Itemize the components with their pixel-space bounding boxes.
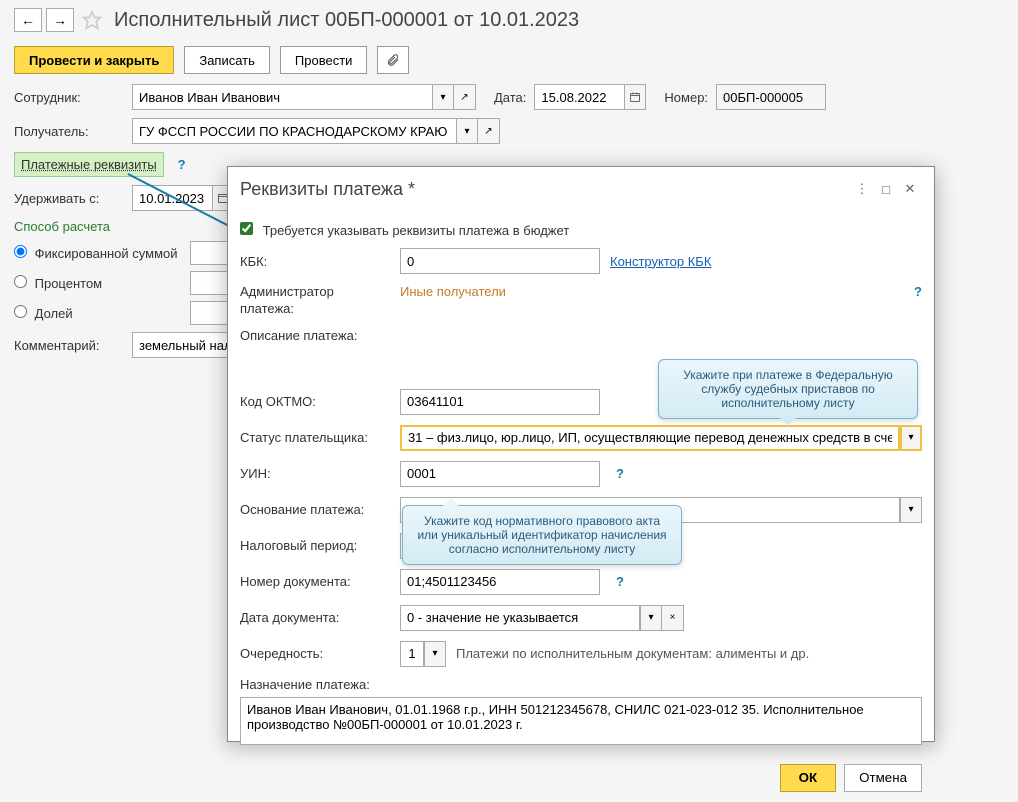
dropdown-icon[interactable]: ▾ — [432, 84, 454, 110]
help-icon[interactable]: ? — [616, 466, 624, 481]
radio-share[interactable]: Долей — [14, 305, 184, 321]
header-toolbar: ← → Исполнительный лист 00БП-000001 от 1… — [0, 0, 1018, 40]
row-admin: Администратор платежа: Иные получатели ? — [240, 279, 922, 323]
recipient-label: Получатель: — [14, 124, 124, 139]
date-field[interactable] — [534, 84, 624, 110]
page-title: Исполнительный лист 00БП-000001 от 10.01… — [114, 9, 579, 32]
calendar-icon[interactable] — [624, 84, 646, 110]
dialog-footer: ОК Отмена — [228, 754, 934, 802]
post-button[interactable]: Провести — [280, 46, 368, 74]
dropdown-icon[interactable]: ▾ — [456, 118, 478, 144]
star-icon[interactable] — [82, 10, 102, 30]
recipient-field[interactable] — [132, 118, 456, 144]
row-priority: Очередность: ▾ Платежи по исполнительным… — [240, 636, 922, 672]
row-uin: УИН: ? — [240, 456, 922, 492]
row-docnum: Номер документа: ? — [240, 564, 922, 600]
dialog-body: Требуется указывать реквизиты платежа в … — [228, 211, 934, 754]
basis-label: Основание платежа: — [240, 502, 390, 517]
help-icon[interactable]: ? — [616, 574, 624, 589]
kbk-field[interactable] — [400, 248, 600, 274]
withhold-label: Удерживать с: — [14, 191, 124, 206]
priority-field[interactable] — [400, 641, 424, 667]
purpose-field[interactable] — [240, 697, 922, 745]
open-icon[interactable]: ↗ — [454, 84, 476, 110]
employee-label: Сотрудник: — [14, 90, 124, 105]
close-icon[interactable]: ✕ — [898, 177, 922, 201]
status-label: Статус плательщика: — [240, 430, 390, 445]
date-label: Дата: — [494, 90, 526, 105]
row-checkbox: Требуется указывать реквизиты платежа в … — [240, 217, 922, 243]
back-button[interactable]: ← — [14, 8, 42, 32]
radio-percent-label: Процентом — [35, 276, 103, 291]
dropdown-icon[interactable]: ▾ — [900, 425, 922, 451]
uin-field[interactable] — [400, 461, 600, 487]
kbk-constructor-link[interactable]: Конструктор КБК — [610, 254, 711, 269]
dropdown-icon[interactable]: ▾ — [640, 605, 662, 631]
dropdown-icon[interactable]: ▾ — [900, 497, 922, 523]
attach-button[interactable] — [377, 46, 409, 74]
purpose-label: Назначение платежа: — [240, 677, 370, 692]
dropdown-icon[interactable]: ▾ — [424, 641, 446, 667]
payment-requisites-link[interactable]: Платежные реквизиты — [14, 152, 164, 177]
save-button[interactable]: Записать — [184, 46, 270, 74]
withhold-date-field[interactable] — [132, 185, 212, 211]
radio-share-label: Долей — [35, 306, 73, 321]
number-label: Номер: — [664, 90, 708, 105]
admin-label: Администратор платежа: — [240, 284, 390, 318]
cancel-button[interactable]: Отмена — [844, 764, 922, 792]
comment-label: Комментарий: — [14, 338, 124, 353]
radio-percent[interactable]: Процентом — [14, 275, 184, 291]
docdate-label: Дата документа: — [240, 610, 390, 625]
row-desc: Описание платежа: — [240, 323, 922, 348]
calc-method-label: Способ расчета — [14, 219, 110, 234]
kbk-label: КБК: — [240, 254, 390, 269]
radio-fixed-label: Фиксированной суммой — [35, 246, 178, 261]
employee-field[interactable] — [132, 84, 432, 110]
row-kbk: КБК: Конструктор КБК — [240, 243, 922, 279]
oktmo-label: Код ОКТМО: — [240, 394, 390, 409]
dialog-header: Реквизиты платежа * ⋮ □ ✕ — [228, 167, 934, 211]
row-employee: Сотрудник: ▾ ↗ Дата: Номер: — [0, 80, 1018, 114]
row-status: Статус плательщика: ▾ — [240, 420, 922, 456]
payer-status-field[interactable] — [400, 425, 900, 451]
forward-button[interactable]: → — [46, 8, 74, 32]
more-icon[interactable]: ⋮ — [850, 177, 874, 201]
open-icon[interactable]: ↗ — [478, 118, 500, 144]
ok-button[interactable]: ОК — [780, 764, 837, 792]
budget-checkbox-label: Требуется указывать реквизиты платежа в … — [263, 223, 570, 238]
help-icon[interactable]: ? — [914, 284, 922, 299]
tooltip-uin: Укажите код нормативного правового акта … — [402, 505, 682, 565]
dialog-title: Реквизиты платежа * — [240, 179, 850, 200]
period-label: Налоговый период: — [240, 538, 390, 553]
budget-checkbox[interactable]: Требуется указывать реквизиты платежа в … — [240, 222, 569, 238]
admin-value: Иные получатели — [400, 284, 506, 299]
uin-label: УИН: — [240, 466, 390, 481]
number-field — [716, 84, 826, 110]
payment-requisites-dialog: Реквизиты платежа * ⋮ □ ✕ Требуется указ… — [227, 166, 935, 742]
paperclip-icon — [386, 53, 400, 67]
action-bar: Провести и закрыть Записать Провести — [0, 40, 1018, 80]
docnum-field[interactable] — [400, 569, 600, 595]
row-docdate: Дата документа: ▾ × — [240, 600, 922, 636]
docdate-field[interactable] — [400, 605, 640, 631]
row-purpose-label: Назначение платежа: — [240, 672, 922, 697]
help-icon[interactable]: ? — [178, 157, 186, 172]
row-recipient: Получатель: ▾ ↗ — [0, 114, 1018, 148]
post-close-button[interactable]: Провести и закрыть — [14, 46, 174, 74]
priority-text: Платежи по исполнительным документам: ал… — [456, 646, 809, 661]
tooltip-status: Укажите при платеже в Федеральную службу… — [658, 359, 918, 419]
priority-label: Очередность: — [240, 646, 390, 661]
oktmo-field[interactable] — [400, 389, 600, 415]
radio-fixed[interactable]: Фиксированной суммой — [14, 245, 184, 261]
clear-icon[interactable]: × — [662, 605, 684, 631]
maximize-icon[interactable]: □ — [874, 177, 898, 201]
docnum-label: Номер документа: — [240, 574, 390, 589]
desc-label: Описание платежа: — [240, 328, 390, 343]
